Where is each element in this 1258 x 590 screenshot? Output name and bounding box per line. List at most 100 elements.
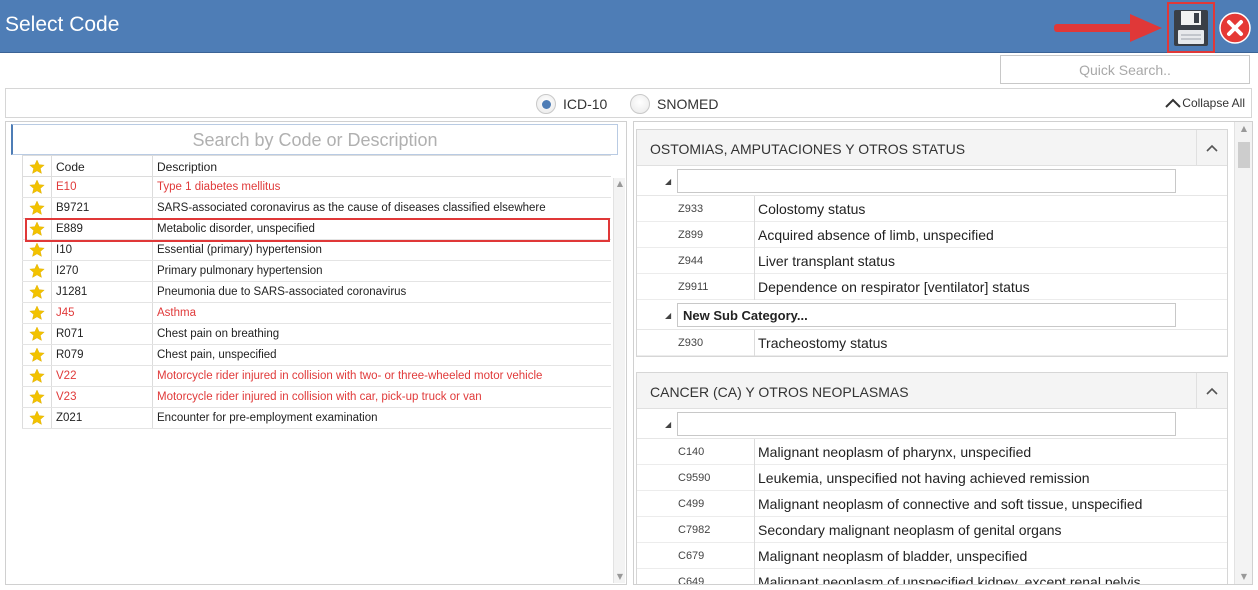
subcategory-name-input[interactable]: [677, 412, 1176, 436]
radio-snomed-label: SNOMED: [657, 96, 719, 112]
favorite-star-icon[interactable]: [22, 240, 52, 260]
item-description: Malignant neoplasm of connective and sof…: [758, 496, 1143, 512]
table-row[interactable]: B9721 SARS-associated coronavirus as the …: [22, 198, 611, 219]
row-code: J45: [56, 307, 75, 319]
favorite-star-icon[interactable]: [22, 387, 52, 407]
item-code: C679: [678, 550, 705, 562]
expand-triangle-icon[interactable]: ◢: [665, 177, 671, 186]
code-system-bar: ICD-10 SNOMED Collapse All: [5, 88, 1252, 118]
item-code: C499: [678, 498, 705, 510]
row-description: Asthma: [157, 307, 196, 319]
subcategory-name-input[interactable]: [677, 169, 1176, 193]
list-item[interactable]: C679 Malignant neoplasm of bladder, unspe…: [637, 543, 1227, 569]
table-row[interactable]: I10 Essential (primary) hypertension: [22, 240, 611, 261]
row-code: R079: [56, 349, 84, 361]
chevron-up-icon: [1165, 98, 1182, 108]
close-button[interactable]: [1219, 12, 1251, 44]
code-search-input[interactable]: Search by Code or Description: [11, 124, 618, 155]
list-item[interactable]: Z944 Liver transplant status: [637, 248, 1227, 274]
item-description: Liver transplant status: [758, 253, 895, 269]
title-bar: Select Code: [0, 0, 1258, 53]
item-code: C140: [678, 446, 705, 458]
item-code: Z944: [678, 255, 704, 267]
category-group: CANCER (CA) Y OTROS NEOPLASMAS ◢ C140 Malig…: [636, 372, 1228, 585]
list-item[interactable]: Z933 Colostomy status: [637, 196, 1227, 222]
list-item[interactable]: C140 Malignant neoplasm of pharynx, unspe…: [637, 439, 1227, 465]
table-row[interactable]: J1281 Pneumonia due to SARS-associated co…: [22, 282, 611, 303]
radio-icd10[interactable]: ICD-10: [536, 94, 607, 114]
list-item[interactable]: C499 Malignant neoplasm of connective and…: [637, 491, 1227, 517]
item-description: Malignant neoplasm of pharynx, unspecifi…: [758, 444, 1032, 460]
table-row[interactable]: J45 Asthma: [22, 303, 611, 324]
list-item[interactable]: Z9911 Dependence on respirator [ventilato…: [637, 274, 1227, 300]
column-description-header[interactable]: Description: [157, 160, 217, 174]
row-description: Chest pain, unspecified: [157, 349, 277, 361]
row-description: Encounter for pre-employment examination: [157, 412, 378, 424]
row-code: Z021: [56, 412, 83, 424]
row-code: V23: [56, 391, 77, 403]
row-description: Pneumonia due to SARS-associated coronav…: [157, 286, 407, 298]
subcategory-name-input[interactable]: New Sub Category...: [677, 303, 1176, 327]
item-code: Z899: [678, 229, 704, 241]
row-code: E889: [56, 223, 83, 235]
favorite-star-icon[interactable]: [22, 261, 52, 281]
table-row[interactable]: R071 Chest pain on breathing: [22, 324, 611, 345]
table-row[interactable]: Z021 Encounter for pre-employment examina…: [22, 408, 611, 429]
favorite-star-icon[interactable]: [22, 303, 52, 323]
list-item[interactable]: C649 Malignant neoplasm of unspecified ki…: [637, 569, 1227, 585]
table-row[interactable]: E10 Type 1 diabetes mellitus: [22, 177, 611, 198]
item-description: Secondary malignant neoplasm of genital …: [758, 522, 1062, 538]
favorite-star-icon[interactable]: [22, 219, 52, 239]
table-row[interactable]: V22 Motorcycle rider injured in collision…: [22, 366, 611, 387]
item-description: Malignant neoplasm of unspecified kidney…: [758, 574, 1141, 585]
row-description: Motorcycle rider injured in collision wi…: [157, 391, 482, 403]
radio-unselected-icon: [630, 94, 650, 114]
chevron-up-icon[interactable]: [1196, 373, 1226, 408]
item-description: Dependence on respirator [ventilator] st…: [758, 279, 1030, 295]
favorite-star-icon[interactable]: [22, 198, 52, 218]
favorite-star-icon[interactable]: [22, 282, 52, 302]
row-code: V22: [56, 370, 77, 382]
table-row[interactable]: V23 Motorcycle rider injured in collision…: [22, 387, 611, 408]
expand-triangle-icon[interactable]: ◢: [665, 420, 671, 429]
category-header[interactable]: OSTOMIAS, AMPUTACIONES Y OTROS STATUS: [637, 130, 1227, 166]
category-title: OSTOMIAS, AMPUTACIONES Y OTROS STATUS: [650, 141, 966, 157]
right-scrollbar[interactable]: ▲ ▼: [1234, 122, 1252, 584]
left-scrollbar[interactable]: ▲ ▼: [613, 178, 625, 583]
row-code: I10: [56, 244, 72, 256]
list-item[interactable]: Z930 Tracheostomy status: [637, 330, 1227, 356]
item-code: Z933: [678, 203, 704, 215]
row-code: J1281: [56, 286, 88, 298]
column-code-header[interactable]: Code: [56, 160, 85, 174]
save-button[interactable]: [1167, 2, 1215, 53]
item-description: Malignant neoplasm of bladder, unspecifi…: [758, 548, 1028, 564]
grid-header: Code Description: [22, 155, 611, 177]
category-header[interactable]: CANCER (CA) Y OTROS NEOPLASMAS: [637, 373, 1227, 409]
list-item[interactable]: C9590 Leukemia, unspecified not having ac…: [637, 465, 1227, 491]
star-header-icon: [22, 156, 52, 177]
radio-icd10-label: ICD-10: [563, 96, 608, 112]
row-description: Chest pain on breathing: [157, 328, 280, 340]
favorite-star-icon[interactable]: [22, 345, 52, 365]
table-row[interactable]: E889 Metabolic disorder, unspecified: [22, 219, 611, 240]
chevron-up-icon[interactable]: [1196, 130, 1226, 165]
row-description: Type 1 diabetes mellitus: [157, 181, 281, 193]
arrow-annotation-icon: [1054, 14, 1162, 42]
expand-triangle-icon[interactable]: ◢: [665, 311, 671, 320]
quick-search-input[interactable]: Quick Search..: [1000, 55, 1250, 84]
favorite-star-icon[interactable]: [22, 324, 52, 344]
collapse-all-button[interactable]: Collapse All: [1164, 96, 1245, 110]
item-code: C9590: [678, 472, 711, 484]
favorite-star-icon[interactable]: [22, 408, 52, 428]
floppy-disk-icon: [1174, 9, 1208, 46]
table-row[interactable]: I270 Primary pulmonary hypertension: [22, 261, 611, 282]
favorite-star-icon[interactable]: [22, 366, 52, 386]
item-description: Leukemia, unspecified not having achieve…: [758, 470, 1090, 486]
favorite-star-icon[interactable]: [22, 177, 52, 197]
radio-snomed[interactable]: SNOMED: [630, 94, 718, 114]
list-item[interactable]: Z899 Acquired absence of limb, unspecifie…: [637, 222, 1227, 248]
table-row[interactable]: R079 Chest pain, unspecified: [22, 345, 611, 366]
item-description: Tracheostomy status: [758, 335, 888, 351]
item-code: Z9911: [678, 281, 709, 293]
list-item[interactable]: C7982 Secondary malignant neoplasm of gen…: [637, 517, 1227, 543]
